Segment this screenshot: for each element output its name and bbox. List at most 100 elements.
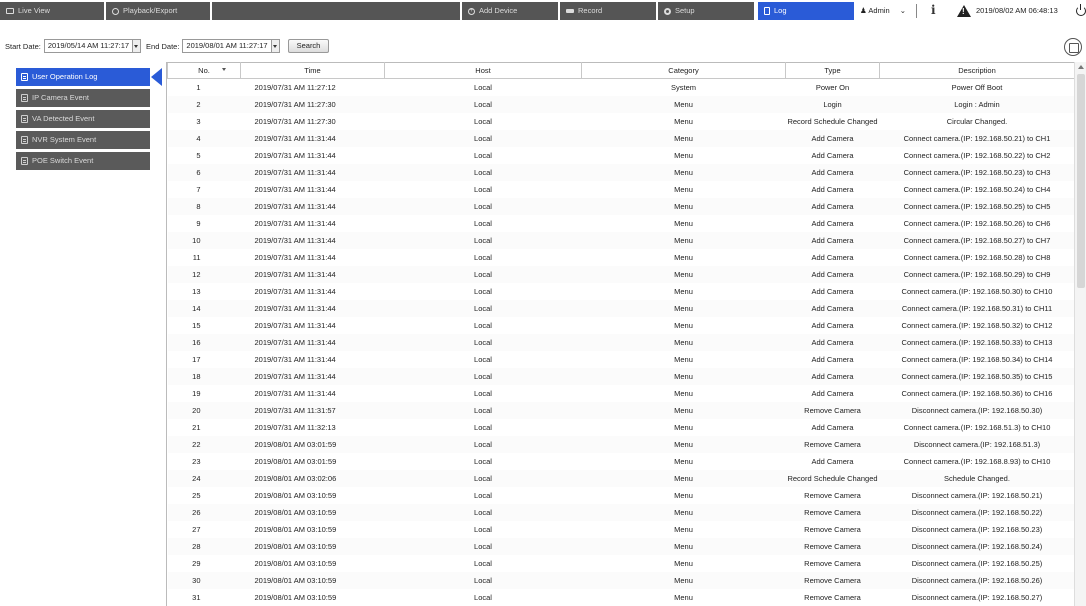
cell-no: 27 — [167, 520, 241, 538]
cell-time: 2019/07/31 AM 11:31:57 — [240, 401, 385, 419]
sidebar-item-va-detected-event[interactable]: VA Detected Event — [16, 110, 150, 128]
cell-host: Local — [384, 316, 582, 334]
cell-host: Local — [384, 537, 582, 555]
scroll-up-icon[interactable] — [1078, 65, 1084, 69]
cell-host: Local — [384, 214, 582, 232]
table-row[interactable]: 13 2019/07/31 AM 11:31:44 Local Menu Add Cam… — [167, 282, 1075, 300]
cell-time: 2019/07/31 AM 11:27:12 — [240, 78, 385, 96]
table-row[interactable]: 28 2019/08/01 AM 03:10:59 Local Menu Remove … — [167, 537, 1075, 555]
table-row[interactable]: 11 2019/07/31 AM 11:31:44 Local Menu Add Cam… — [167, 248, 1075, 266]
cell-no: 2 — [167, 95, 241, 113]
table-row[interactable]: 4 2019/07/31 AM 11:31:44 Local Menu Add Came… — [167, 129, 1075, 147]
table-row[interactable]: 30 2019/08/01 AM 03:10:59 Local Menu Remove … — [167, 571, 1075, 589]
divider — [916, 4, 917, 18]
info-icon[interactable]: i — [931, 3, 936, 17]
cell-host: Local — [384, 265, 582, 283]
tab-label: Playback/Export — [123, 6, 178, 15]
start-date-input[interactable]: 2019/05/14 AM 11:27:17 — [43, 39, 134, 53]
cell-type: Remove Camera — [785, 571, 880, 589]
vertical-scrollbar[interactable] — [1074, 62, 1086, 606]
table-row[interactable]: 8 2019/07/31 AM 11:31:44 Local Menu Add Came… — [167, 197, 1075, 215]
table-row[interactable]: 24 2019/08/01 AM 03:02:06 Local Menu Record … — [167, 469, 1075, 487]
table-row[interactable]: 16 2019/07/31 AM 11:31:44 Local Menu Add Cam… — [167, 333, 1075, 351]
cell-category: Menu — [581, 282, 786, 300]
column-header-time[interactable]: Time — [240, 62, 385, 79]
cell-type: Add Camera — [785, 282, 880, 300]
table-row[interactable]: 2 2019/07/31 AM 11:27:30 Local Menu Login Log… — [167, 95, 1075, 113]
cell-type: Add Camera — [785, 231, 880, 249]
log-table: No. Time Host Category Type Description … — [167, 62, 1075, 606]
table-row[interactable]: 15 2019/07/31 AM 11:31:44 Local Menu Add Cam… — [167, 316, 1075, 334]
cell-category: Menu — [581, 163, 786, 181]
sidebar-item-nvr-system-event[interactable]: NVR System Event — [16, 131, 150, 149]
cell-type: Add Camera — [785, 163, 880, 181]
table-row[interactable]: 25 2019/08/01 AM 03:10:59 Local Menu Remove … — [167, 486, 1075, 504]
top-bar: Live View Playback/Export + Add Device R… — [0, 0, 1086, 22]
user-menu[interactable]: ♟ Admin ⌄ — [860, 2, 906, 20]
table-row[interactable]: 12 2019/07/31 AM 11:31:44 Local Menu Add Cam… — [167, 265, 1075, 283]
warning-icon[interactable] — [957, 5, 971, 17]
scroll-thumb[interactable] — [1077, 74, 1085, 288]
tab-record[interactable]: Record — [560, 2, 656, 20]
table-row[interactable]: 22 2019/08/01 AM 03:01:59 Local Menu Remove … — [167, 435, 1075, 453]
cell-no: 31 — [167, 588, 241, 606]
search-button[interactable]: Search — [287, 39, 330, 53]
table-row[interactable]: 5 2019/07/31 AM 11:31:44 Local Menu Add Came… — [167, 146, 1075, 164]
cell-category: Menu — [581, 537, 786, 555]
table-row[interactable]: 21 2019/07/31 AM 11:32:13 Local Menu Add Cam… — [167, 418, 1075, 436]
sidebar-item-user-operation-log[interactable]: User Operation Log — [16, 68, 150, 86]
power-icon[interactable] — [1076, 4, 1086, 16]
cell-desc: Connect camera.(IP: 192.168.50.29) to CH… — [879, 265, 1075, 283]
cell-no: 16 — [167, 333, 241, 351]
tab-playback-export[interactable]: Playback/Export — [106, 2, 210, 20]
tab-live-view[interactable]: Live View — [0, 2, 104, 20]
cell-category: Menu — [581, 469, 786, 487]
table-row[interactable]: 10 2019/07/31 AM 11:31:44 Local Menu Add Cam… — [167, 231, 1075, 249]
table-row[interactable]: 3 2019/07/31 AM 11:27:30 Local Menu Record S… — [167, 112, 1075, 130]
tab-log[interactable]: Log — [758, 2, 854, 20]
cell-desc: Connect camera.(IP: 192.168.50.31) to CH… — [879, 299, 1075, 317]
save-icon[interactable] — [1064, 38, 1082, 56]
end-date-dropdown-button[interactable] — [271, 39, 280, 53]
tab-setup[interactable]: Setup — [658, 2, 754, 20]
table-row[interactable]: 1 2019/07/31 AM 11:27:12 Local System Power … — [167, 78, 1075, 96]
cell-category: Menu — [581, 333, 786, 351]
column-header-description[interactable]: Description — [879, 62, 1075, 79]
table-header-row: No. Time Host Category Type Description — [167, 62, 1075, 79]
cell-desc: Connect camera.(IP: 192.168.50.21) to CH… — [879, 129, 1075, 147]
log-table-body: 1 2019/07/31 AM 11:27:12 Local System Power … — [167, 78, 1075, 606]
table-row[interactable]: 9 2019/07/31 AM 11:31:44 Local Menu Add Came… — [167, 214, 1075, 232]
table-row[interactable]: 17 2019/07/31 AM 11:31:44 Local Menu Add Cam… — [167, 350, 1075, 368]
tab-add-device[interactable]: + Add Device — [462, 2, 558, 20]
table-row[interactable]: 26 2019/08/01 AM 03:10:59 Local Menu Remove … — [167, 503, 1075, 521]
cell-category: Menu — [581, 384, 786, 402]
table-row[interactable]: 23 2019/08/01 AM 03:01:59 Local Menu Add Cam… — [167, 452, 1075, 470]
cell-no: 29 — [167, 554, 241, 572]
table-row[interactable]: 19 2019/07/31 AM 11:31:44 Local Menu Add Cam… — [167, 384, 1075, 402]
sidebar-item-ip-camera-event[interactable]: IP Camera Event — [16, 89, 150, 107]
cell-time: 2019/07/31 AM 11:32:13 — [240, 418, 385, 436]
cell-host: Local — [384, 197, 582, 215]
column-header-type[interactable]: Type — [785, 62, 880, 79]
table-row[interactable]: 27 2019/08/01 AM 03:10:59 Local Menu Remove … — [167, 520, 1075, 538]
cell-host: Local — [384, 435, 582, 453]
sidebar-item-poe-switch-event[interactable]: POE Switch Event — [16, 152, 150, 170]
column-header-host[interactable]: Host — [384, 62, 582, 79]
table-row[interactable]: 7 2019/07/31 AM 11:31:44 Local Menu Add Came… — [167, 180, 1075, 198]
cell-no: 4 — [167, 129, 241, 147]
table-row[interactable]: 29 2019/08/01 AM 03:10:59 Local Menu Remove … — [167, 554, 1075, 572]
cell-type: Add Camera — [785, 197, 880, 215]
cell-type: Add Camera — [785, 350, 880, 368]
table-row[interactable]: 6 2019/07/31 AM 11:31:44 Local Menu Add Came… — [167, 163, 1075, 181]
column-header-no[interactable]: No. — [167, 62, 241, 79]
cell-type: Remove Camera — [785, 435, 880, 453]
table-row[interactable]: 20 2019/07/31 AM 11:31:57 Local Menu Remove … — [167, 401, 1075, 419]
cell-category: Menu — [581, 197, 786, 215]
table-row[interactable]: 14 2019/07/31 AM 11:31:44 Local Menu Add Cam… — [167, 299, 1075, 317]
cell-host: Local — [384, 350, 582, 368]
start-date-dropdown-button[interactable] — [133, 39, 142, 53]
table-row[interactable]: 31 2019/08/01 AM 03:10:59 Local Menu Remove … — [167, 588, 1075, 606]
column-header-category[interactable]: Category — [581, 62, 786, 79]
table-row[interactable]: 18 2019/07/31 AM 11:31:44 Local Menu Add Cam… — [167, 367, 1075, 385]
end-date-input[interactable]: 2019/08/01 AM 11:27:17 — [182, 39, 272, 53]
